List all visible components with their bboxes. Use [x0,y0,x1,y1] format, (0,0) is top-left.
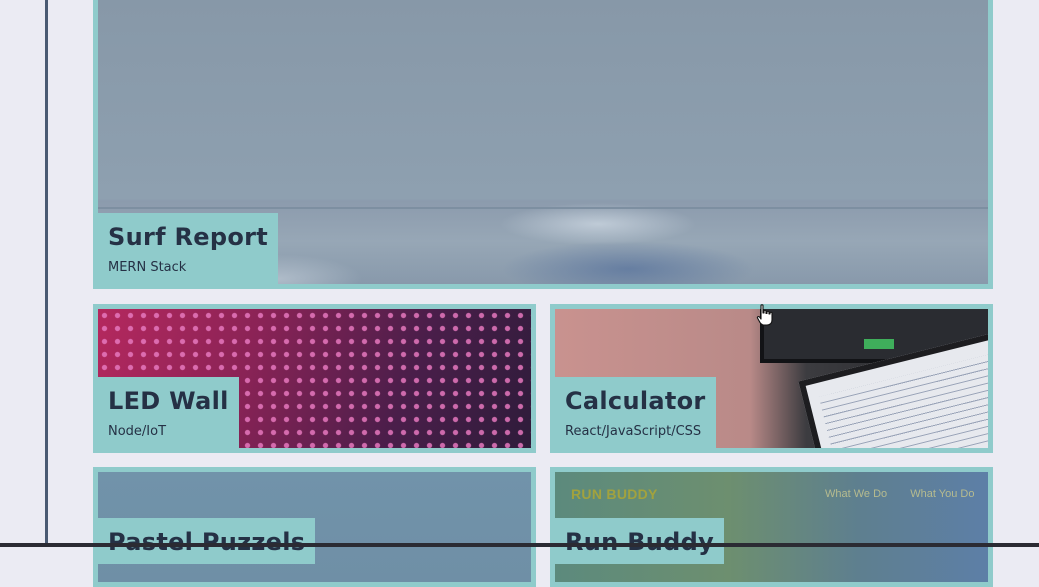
preview-nav-item: What We Do [825,488,888,500]
project-caption: Pastel Puzzels [98,518,316,564]
project-title[interactable]: Surf Report [108,223,268,251]
run-buddy-preview-logo: RUN BUDDY [571,486,658,502]
project-title[interactable]: Calculator [565,387,706,415]
hand-pointer-icon [756,304,773,326]
project-card-pastel-puzzels[interactable]: Pastel Puzzels [93,467,536,587]
project-caption: Surf Report MERN Stack [98,213,279,284]
window-bottom-edge [0,543,1039,547]
project-card-led-wall[interactable]: LED Wall Node/IoT [93,304,536,453]
project-card-surf-report[interactable]: Surf Report MERN Stack [93,0,993,289]
project-caption: Run Buddy [555,518,725,564]
project-tech: Node/IoT [108,424,167,439]
left-border-rail [45,0,48,547]
project-caption: Calculator React/JavaScript/CSS [555,377,716,448]
project-title[interactable]: Pastel Puzzels [108,528,305,556]
preview-nav-item: What You Do [910,488,975,500]
project-title[interactable]: Run Buddy [565,528,714,556]
surf-horizon [98,207,988,209]
project-tech: React/JavaScript/CSS [565,424,702,439]
run-buddy-preview-nav: What We Do What You Do Yo [825,488,988,500]
project-card-run-buddy[interactable]: RUN BUDDY What We Do What You Do Yo Run … [550,467,993,587]
project-title[interactable]: LED Wall [108,387,229,415]
project-caption: LED Wall Node/IoT [98,377,239,448]
project-tech: MERN Stack [108,260,187,275]
